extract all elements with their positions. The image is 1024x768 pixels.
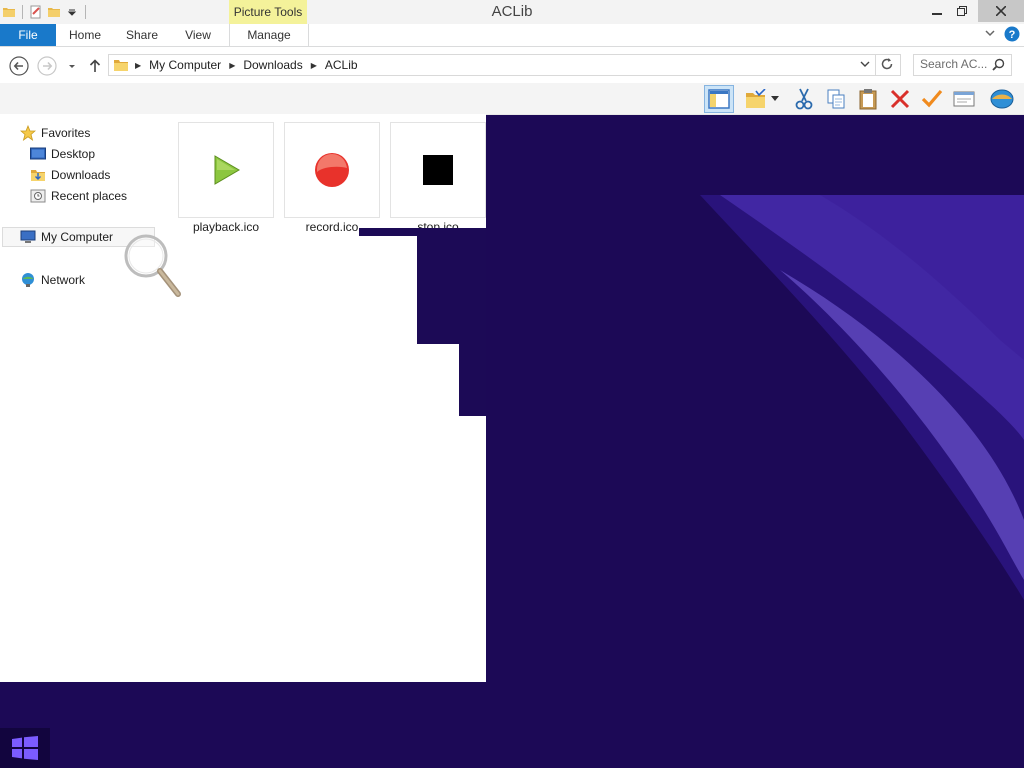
nav-downloads[interactable]: Downloads: [30, 165, 110, 185]
tab-view[interactable]: View: [176, 24, 220, 46]
share-globe-button[interactable]: [988, 85, 1016, 113]
help-button[interactable]: ?: [1004, 26, 1020, 45]
breadcrumb-aclib[interactable]: ACLib: [325, 58, 358, 72]
copy-button[interactable]: [822, 85, 850, 113]
nav-label: Desktop: [51, 147, 96, 161]
tab-share[interactable]: Share: [118, 24, 166, 46]
windows-logo-icon: [12, 736, 38, 760]
file-tile-stop[interactable]: stop.ico: [390, 122, 486, 234]
refresh-icon: [881, 58, 893, 70]
back-button[interactable]: [9, 56, 29, 76]
nav-label: Network: [41, 273, 86, 287]
nav-recent-places[interactable]: Recent places: [30, 186, 127, 206]
start-button[interactable]: [0, 728, 50, 768]
downloads-folder-icon: [30, 167, 46, 183]
star-icon: [20, 125, 36, 141]
address-dropdown-button[interactable]: [859, 57, 871, 74]
select-dropdown-button[interactable]: [768, 85, 782, 113]
restore-button[interactable]: [945, 0, 979, 22]
nav-label: Recent places: [51, 189, 128, 203]
restore-icon: [957, 6, 967, 16]
file-name: playback.ico: [192, 220, 260, 234]
paste-button[interactable]: [854, 85, 882, 113]
folder-check-icon: [746, 89, 766, 108]
chevron-down-icon: [860, 61, 870, 67]
breadcrumb-separator-icon[interactable]: ▶: [311, 61, 317, 70]
up-button[interactable]: [85, 56, 105, 76]
refresh-button[interactable]: [880, 57, 894, 74]
properties-card-icon: [953, 91, 975, 107]
computer-icon: [20, 229, 36, 245]
stop-icon: [423, 155, 453, 185]
svg-text:?: ?: [1009, 29, 1016, 41]
window-title: ACLib: [491, 3, 533, 20]
breadcrumb-my-computer[interactable]: My Computer: [149, 58, 221, 72]
checkmark-icon: [921, 89, 943, 108]
chevron-down-icon: [985, 30, 995, 37]
file-thumbnail: [178, 122, 274, 218]
nav-label: Downloads: [51, 168, 111, 182]
breadcrumb-separator-icon[interactable]: ▶: [229, 61, 235, 70]
tab-manage[interactable]: Manage: [229, 24, 309, 46]
desktop-icon: [30, 146, 46, 162]
breadcrumb-separator-icon: ▶: [135, 60, 142, 70]
chevron-down-icon: [771, 96, 779, 101]
scissors-icon: [795, 88, 813, 110]
file-thumbnail: [390, 122, 486, 218]
tab-home[interactable]: Home: [60, 24, 110, 46]
chevron-down-icon: [69, 65, 75, 68]
address-bar[interactable]: ▶ My Computer ▶ Downloads ▶ ACLib: [108, 54, 901, 76]
recent-locations-button[interactable]: [62, 56, 82, 76]
nav-favorites[interactable]: Favorites: [20, 123, 90, 143]
up-arrow-icon: [89, 59, 101, 72]
file-thumbnail: [284, 122, 380, 218]
forward-arrow-icon: [37, 56, 57, 76]
breadcrumb-downloads[interactable]: Downloads: [243, 58, 302, 72]
preview-pane-icon: [708, 89, 730, 109]
render-artifact: [459, 344, 486, 416]
help-icon: ?: [1004, 26, 1020, 42]
rename-button[interactable]: [918, 85, 946, 113]
expand-ribbon-button[interactable]: [983, 26, 997, 43]
play-icon: [214, 155, 240, 185]
command-toolbar: [0, 83, 1024, 115]
cut-button[interactable]: [790, 85, 818, 113]
nav-label: My Computer: [41, 230, 114, 244]
nav-network[interactable]: Network: [20, 270, 85, 290]
tab-file[interactable]: File: [0, 24, 56, 46]
close-icon: [996, 6, 1006, 16]
search-box[interactable]: [913, 54, 1012, 76]
render-artifact: [359, 228, 486, 236]
forward-button[interactable]: [37, 56, 57, 76]
recent-places-icon: [30, 188, 46, 204]
navigation-pane: Favorites Desktop Downloads Recent place…: [0, 114, 158, 682]
folder-icon: [113, 57, 129, 73]
select-folder-button[interactable]: [742, 85, 770, 113]
render-artifact: [417, 236, 486, 344]
nav-desktop[interactable]: Desktop: [30, 144, 95, 164]
title-bar: Picture Tools ACLib: [0, 0, 1024, 24]
ribbon-tabs: File Home Share View Manage ?: [0, 24, 1024, 47]
file-list: playback.ico record.ico stop.ico: [158, 114, 486, 682]
back-arrow-icon: [9, 56, 29, 76]
nav-label: Favorites: [41, 126, 91, 140]
clipboard-icon: [859, 89, 877, 110]
file-tile-playback[interactable]: playback.ico: [178, 122, 274, 234]
record-icon: [315, 153, 349, 187]
search-input[interactable]: [914, 55, 992, 73]
properties-button[interactable]: [950, 85, 978, 113]
copy-icon: [827, 89, 845, 109]
search-icon[interactable]: [992, 58, 1005, 74]
network-icon: [20, 272, 36, 288]
delete-x-icon: [890, 89, 910, 109]
magnifier-cursor-icon: [122, 232, 184, 305]
address-divider: [875, 55, 876, 75]
globe-icon: [990, 89, 1014, 109]
preview-pane-button[interactable]: [704, 85, 734, 113]
close-button[interactable]: [978, 0, 1024, 22]
file-tile-record[interactable]: record.ico: [284, 122, 380, 234]
explorer-window: Picture Tools ACLib File Home Share View…: [0, 0, 1024, 682]
minimize-icon: [932, 13, 942, 15]
delete-button[interactable]: [886, 85, 914, 113]
